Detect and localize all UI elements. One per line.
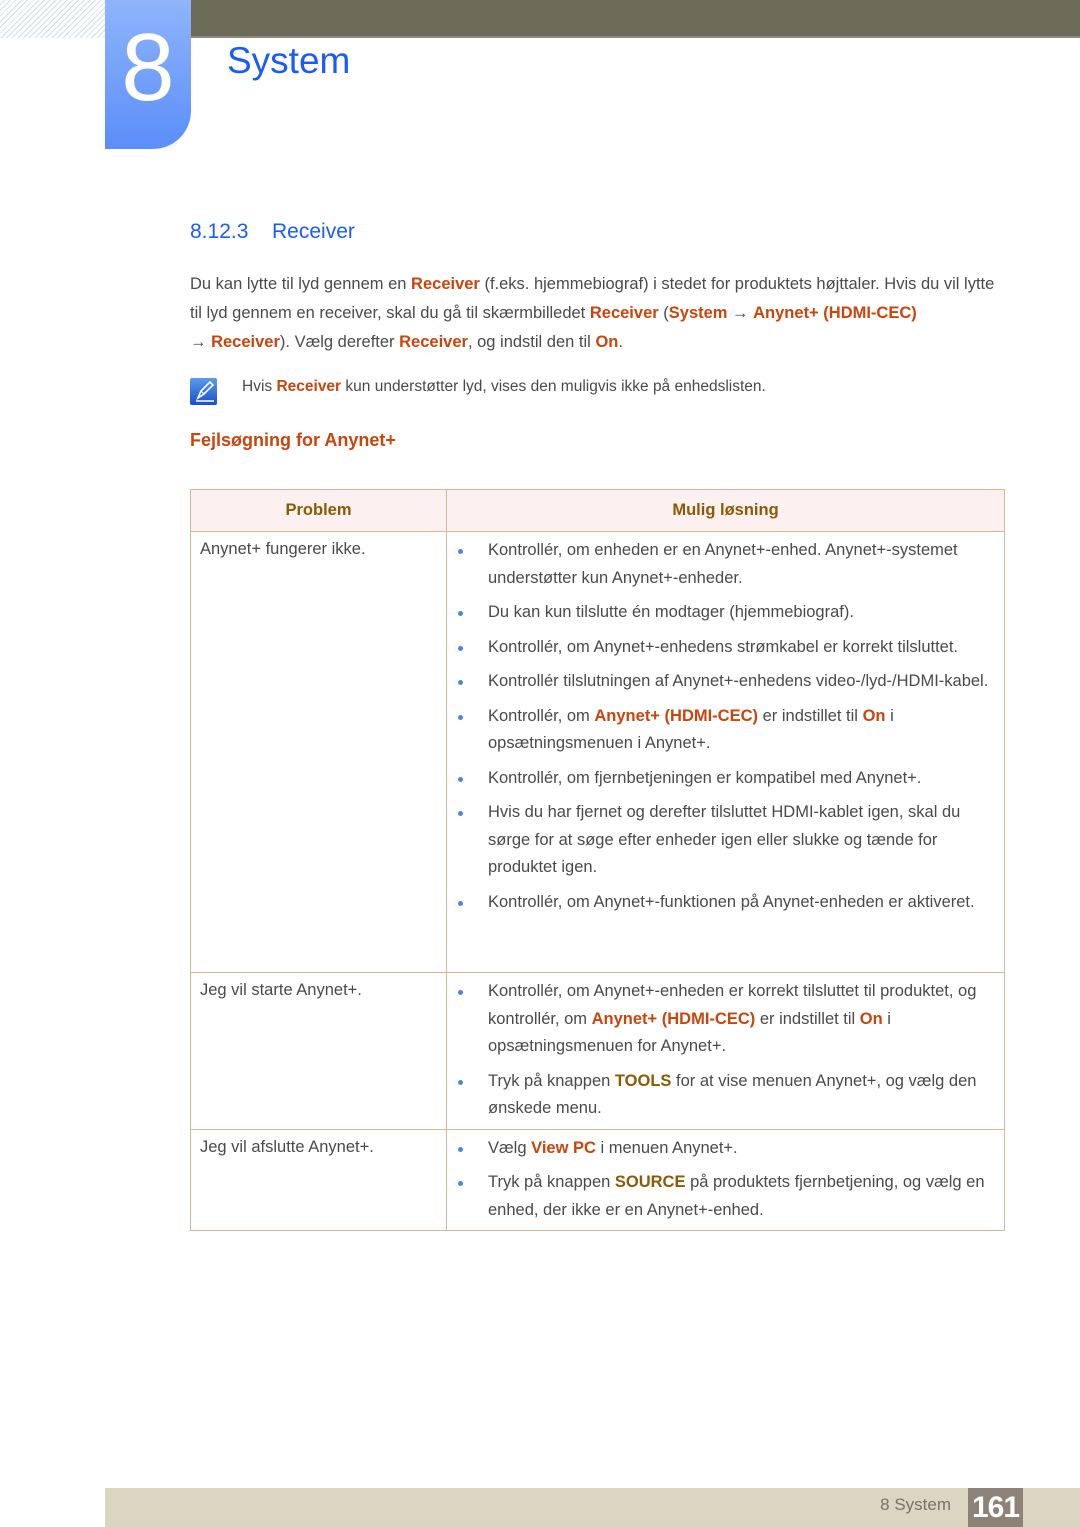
problem-cell: Anynet+ fungerer ikke. [190,531,447,973]
solution-item: Kontrollér, om Anynet+-funktionen på Any… [453,889,994,917]
note-text: Hvis Receiver kun understøtter lyd, vise… [242,378,766,396]
bullet-icon [458,611,463,616]
bullet-icon [458,1181,463,1186]
text: i menuen Anynet+. [595,1138,738,1157]
bullet-icon [458,645,463,651]
bullet-icon [458,900,463,906]
section-number: 8.12.3 [190,220,249,243]
solution-item: Kontrollér, om Anynet+-enheden er korrek… [453,978,994,1061]
header-bar [190,0,1080,38]
highlight-system: System [668,304,728,322]
solution-cell: Kontrollér, om Anynet+-enheden er korrek… [446,972,1005,1130]
highlight-on: On [862,706,886,725]
text: Vælg [488,1138,532,1157]
text: Kontrollér, om enheden er en Anynet+-enh… [488,541,958,587]
bullet-icon [458,990,463,995]
solution-item: Kontrollér, om Anynet+-enhedens strømkab… [453,634,994,662]
highlight-tools-button: TOOLS [614,1071,672,1090]
section-title: Receiver [272,220,355,243]
text: → [190,333,212,351]
chapter-title: System [227,40,351,81]
highlight-receiver: Receiver [589,304,659,322]
text: . [618,333,623,351]
highlight-anynet: Anynet+ (HDMI-CEC) [594,706,759,725]
problem-cell: Jeg vil starte Anynet+. [190,972,447,1130]
text: Du kan lytte til lyd gennem en [190,275,412,293]
text: Kontrollér, om fjernbetjeningen er kompa… [488,768,922,787]
solution-item: Tryk på knappen TOOLS for at vise menuen… [453,1068,994,1123]
text: Kontrollér, om [488,706,595,725]
solution-cell: Vælg View PC i menuen Anynet+. Tryk på k… [446,1128,1005,1231]
table-row: Jeg vil starte Anynet+. Kontrollér, om A… [190,972,1005,1130]
note: Hvis Receiver kun understøtter lyd, vise… [190,376,1005,408]
text: Kontrollér, om Anynet+-enhedens strømkab… [488,637,959,656]
highlight-receiver: Receiver [411,275,480,293]
solution-item: Tryk på knappen SOURCE på produktets fje… [453,1169,994,1224]
highlight-on: On [859,1009,883,1028]
bullet-icon [458,1079,463,1085]
text: Du kan kun tilslutte én modtager (hjemme… [488,603,854,621]
bullet-icon [458,776,463,782]
decorative-hatch [0,0,105,38]
highlight-anynet: Anynet+ (HDMI-CEC) [753,304,917,322]
chapter-tab: 8 [105,0,191,149]
text: ( [658,304,669,322]
text: er indstillet til [755,1009,860,1028]
text: Tryk på knappen [488,1173,615,1191]
solution-cell: Kontrollér, om enheden er en Anynet+-enh… [446,531,1005,973]
section-heading: 8.12.3 Receiver [190,220,355,244]
solution-item: Hvis du har fjernet og derefter tilslutt… [453,799,994,882]
page-number: 161 [968,1488,1023,1527]
troubleshooting-heading: Fejlsøgning for Anynet+ [190,430,396,450]
text: Hvis du har fjernet og derefter tilslutt… [488,803,961,876]
text: → [727,304,754,322]
text: Kontrollér tilslutningen af Anynet+-enhe… [488,672,989,690]
bullet-icon [458,1146,463,1152]
table-row: Anynet+ fungerer ikke. Kontrollér, om en… [190,531,1005,973]
bullet-icon [458,680,463,685]
text: Kontrollér, om Anynet+-funktionen på Any… [488,892,975,911]
solution-item: Kontrollér tilslutningen af Anynet+-enhe… [453,668,994,696]
highlight-receiver: Receiver [399,333,468,351]
text: Tryk på knappen [488,1071,615,1090]
solution-item: Kontrollér, om Anynet+ (HDMI-CEC) er ind… [453,703,994,758]
text: , og indstil den til [467,333,596,351]
bullet-icon [458,549,463,554]
header-solution: Mulig løsning [446,489,1005,532]
text: ). Vælg derefter [279,333,400,351]
highlight-receiver: Receiver [211,333,280,351]
text: kun understøtter lyd, vises den muligvis… [341,378,766,395]
highlight-view-pc: View PC [531,1138,596,1157]
table-header-row: Problem Mulig løsning [190,489,1005,532]
troubleshooting-table: Problem Mulig løsning Anynet+ fungerer i… [190,489,1005,1231]
solution-item: Kontrollér, om enheden er en Anynet+-enh… [453,537,994,592]
highlight-on: On [595,333,619,351]
text: er indstillet til [758,706,863,725]
footer-chapter-label: 8 System [880,1495,951,1514]
table-row: Jeg vil afslutte Anynet+. Vælg View PC i… [190,1128,1005,1231]
highlight-anynet: Anynet+ (HDMI-CEC) [591,1009,756,1028]
chapter-number: 8 [121,14,175,121]
solution-item: Vælg View PC i menuen Anynet+. [453,1135,994,1163]
intro-paragraph: Du kan lytte til lyd gennem en Receiver … [190,270,1005,357]
bullet-icon [458,714,463,720]
highlight-receiver: Receiver [276,378,342,395]
solution-item: Du kan kun tilslutte én modtager (hjemme… [453,599,994,627]
header-problem: Problem [190,489,447,532]
solution-item: Kontrollér, om fjernbetjeningen er kompa… [453,765,994,793]
text: Hvis [242,378,277,395]
note-pencil-icon [190,378,217,405]
problem-cell: Jeg vil afslutte Anynet+. [190,1128,447,1231]
page-footer: 8 System 161 [105,1488,1080,1527]
highlight-source-button: SOURCE [614,1173,686,1191]
bullet-icon [458,811,463,816]
